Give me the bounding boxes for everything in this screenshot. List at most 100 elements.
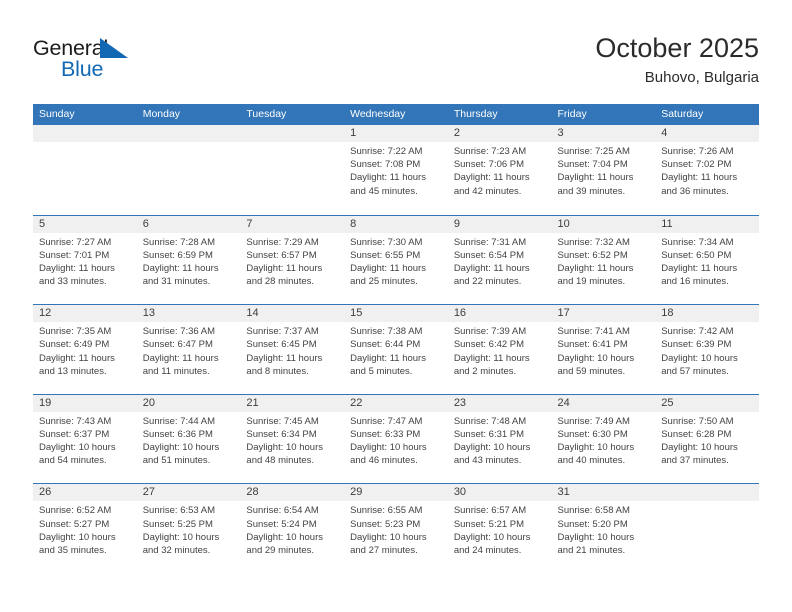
day-cell[interactable]: 25 Sunrise: 7:50 AM Sunset: 6:28 PM Dayligh… — [655, 394, 759, 483]
sunset-text: Sunset: 6:36 PM — [142, 428, 213, 440]
day-detail-lines: Sunrise: 7:28 AM Sunset: 6:59 PM Daylight:… — [143, 236, 241, 289]
sunset-text: Sunset: 6:30 PM — [557, 428, 628, 440]
day-cell[interactable]: 2 Sunrise: 7:23 AM Sunset: 7:06 PM Daylight… — [447, 125, 552, 213]
day-number-band — [447, 215, 552, 233]
day-cell[interactable]: 19 Sunrise: 7:43 AM Sunset: 6:37 PM Dayligh… — [33, 394, 137, 483]
week-row: 26 Sunrise: 6:52 AM Sunset: 5:27 PM Dayligh… — [33, 483, 759, 573]
day-cell[interactable]: 14 Sunrise: 7:37 AM Sunset: 6:45 PM Dayligh… — [240, 305, 345, 394]
day-cell[interactable]: 30 Sunrise: 6:57 AM Sunset: 5:21 PM Dayligh… — [447, 484, 552, 573]
day-cell[interactable]: 1 Sunrise: 7:22 AM Sunset: 7:08 PM Daylight… — [344, 125, 448, 213]
sunset-text: Sunset: 6:39 PM — [661, 339, 732, 351]
daylight-text-line1: Daylight: 10 hours — [557, 442, 635, 454]
daylight-text-line1: Daylight: 10 hours — [39, 531, 116, 543]
day-detail-lines: Sunrise: 7:50 AM Sunset: 6:28 PM Daylight:… — [661, 415, 759, 468]
day-cell[interactable]: 17 Sunrise: 7:41 AM Sunset: 6:41 PM Dayligh… — [551, 305, 656, 394]
day-cell[interactable]: 12 Sunrise: 7:35 AM Sunset: 6:49 PM Dayligh… — [33, 305, 137, 394]
day-cell[interactable]: 9 Sunrise: 7:31 AM Sunset: 6:54 PM Daylight… — [447, 215, 552, 304]
day-cell[interactable]: 28 Sunrise: 6:54 AM Sunset: 5:24 PM Dayligh… — [240, 484, 345, 573]
day-cell-empty — [33, 125, 137, 213]
general-blue-logo[interactable]: General Blue — [33, 36, 233, 86]
day-cell[interactable]: 18 Sunrise: 7:42 AM Sunset: 6:39 PM Dayligh… — [655, 305, 759, 394]
daylight-text-line1: Daylight: 11 hours — [557, 172, 634, 184]
day-cell[interactable]: 10 Sunrise: 7:32 AM Sunset: 6:52 PM Dayligh… — [551, 215, 656, 304]
day-cell[interactable]: 21 Sunrise: 7:45 AM Sunset: 6:34 PM Dayligh… — [240, 394, 345, 483]
day-cell[interactable]: 8 Sunrise: 7:30 AM Sunset: 6:55 PM Daylight… — [344, 215, 448, 304]
daylight-text-line2: and 33 minutes. — [39, 276, 107, 288]
day-cell[interactable]: 29 Sunrise: 6:55 AM Sunset: 5:23 PM Dayligh… — [344, 484, 448, 573]
sunrise-text: Sunrise: 7:38 AM — [350, 326, 423, 338]
daylight-text-line2: and 40 minutes. — [557, 455, 626, 467]
daylight-text-line2: and 42 minutes. — [453, 185, 522, 197]
day-cell[interactable]: 13 Sunrise: 7:36 AM Sunset: 6:47 PM Dayligh… — [136, 305, 241, 394]
day-detail-lines: Sunrise: 7:43 AM Sunset: 6:37 PM Daylight:… — [39, 415, 137, 468]
sunset-text: Sunset: 5:24 PM — [246, 518, 317, 530]
sunrise-text: Sunrise: 7:30 AM — [350, 236, 423, 248]
day-cell[interactable]: 27 Sunrise: 6:53 AM Sunset: 5:25 PM Dayligh… — [136, 484, 241, 573]
day-cell[interactable]: 3 Sunrise: 7:25 AM Sunset: 7:04 PM Daylight… — [551, 125, 656, 213]
day-number-band — [447, 125, 552, 142]
daylight-text-line2: and 22 minutes. — [453, 276, 522, 288]
day-number: 18 — [661, 307, 674, 320]
day-cell[interactable]: 16 Sunrise: 7:39 AM Sunset: 6:42 PM Dayligh… — [447, 305, 552, 394]
day-cell[interactable]: 24 Sunrise: 7:49 AM Sunset: 6:30 PM Dayligh… — [551, 394, 656, 483]
day-cell[interactable]: 5 Sunrise: 7:27 AM Sunset: 7:01 PM Daylight… — [33, 215, 137, 304]
location-subtitle: Buhovo, Bulgaria — [644, 69, 759, 86]
sunset-text: Sunset: 6:54 PM — [453, 249, 525, 261]
day-cell[interactable]: 26 Sunrise: 6:52 AM Sunset: 5:27 PM Dayligh… — [33, 484, 137, 573]
day-cell[interactable]: 20 Sunrise: 7:44 AM Sunset: 6:36 PM Dayligh… — [136, 394, 241, 483]
daylight-text-line1: Daylight: 10 hours — [453, 531, 531, 543]
day-cell[interactable]: 6 Sunrise: 7:28 AM Sunset: 6:59 PM Daylight… — [136, 215, 241, 304]
sunset-text: Sunset: 6:33 PM — [350, 428, 421, 440]
daylight-text-line2: and 36 minutes. — [661, 185, 729, 197]
day-cell[interactable]: 7 Sunrise: 7:29 AM Sunset: 6:57 PM Daylight… — [240, 215, 345, 304]
day-detail-lines: Sunrise: 6:55 AM Sunset: 5:23 PM Daylight:… — [350, 504, 448, 557]
weekday-friday: Friday — [557, 108, 587, 120]
day-number: 20 — [142, 396, 155, 409]
daylight-text-line2: and 31 minutes. — [142, 276, 211, 288]
sunset-text: Sunset: 7:08 PM — [350, 159, 421, 171]
weekday-wednesday: Wednesday — [350, 108, 406, 120]
day-cell[interactable]: 31 Sunrise: 6:58 AM Sunset: 5:20 PM Dayligh… — [551, 484, 656, 573]
sunrise-text: Sunrise: 7:47 AM — [350, 415, 423, 427]
day-number: 12 — [39, 307, 52, 320]
day-number: 14 — [246, 307, 259, 320]
page-header: General Blue October 2025 Buhovo, Bulgar… — [0, 0, 792, 100]
daylight-text-line1: Daylight: 10 hours — [39, 442, 116, 454]
day-detail-lines: Sunrise: 6:57 AM Sunset: 5:21 PM Daylight:… — [454, 504, 552, 557]
page-title: October 2025 — [595, 33, 759, 63]
day-number-band — [240, 125, 345, 142]
sunrise-text: Sunrise: 7:41 AM — [557, 326, 630, 338]
daylight-text-line2: and 28 minutes. — [246, 276, 315, 288]
daylight-text-line1: Daylight: 11 hours — [453, 263, 530, 274]
daylight-text-line2: and 5 minutes. — [350, 365, 413, 377]
day-cell[interactable]: 15 Sunrise: 7:38 AM Sunset: 6:44 PM Dayligh… — [344, 305, 448, 394]
daylight-text-line1: Daylight: 10 hours — [661, 352, 738, 364]
daylight-text-line1: Daylight: 11 hours — [453, 352, 530, 364]
sunset-text: Sunset: 5:25 PM — [142, 518, 213, 530]
daylight-text-line2: and 57 minutes. — [661, 365, 729, 377]
day-number: 4 — [661, 127, 668, 139]
sunset-text: Sunset: 6:49 PM — [39, 339, 110, 351]
day-cell[interactable]: 22 Sunrise: 7:47 AM Sunset: 6:33 PM Dayligh… — [344, 394, 448, 483]
daylight-text-line2: and 37 minutes. — [661, 455, 729, 467]
daylight-text-line2: and 24 minutes. — [453, 544, 522, 556]
sunrise-text: Sunrise: 7:34 AM — [661, 236, 734, 248]
sunrise-text: Sunrise: 7:45 AM — [246, 415, 319, 427]
day-detail-lines: Sunrise: 7:34 AM Sunset: 6:50 PM Daylight:… — [661, 236, 759, 289]
weekday-monday: Monday — [142, 108, 181, 120]
day-number-band — [33, 125, 137, 142]
sunset-text: Sunset: 7:02 PM — [661, 159, 732, 171]
daylight-text-line1: Daylight: 10 hours — [350, 442, 427, 454]
day-number-band — [344, 215, 448, 233]
day-detail-lines: Sunrise: 7:36 AM Sunset: 6:47 PM Daylight:… — [143, 325, 241, 378]
day-cell[interactable]: 4 Sunrise: 7:26 AM Sunset: 7:02 PM Daylight… — [655, 125, 759, 213]
day-number: 15 — [350, 307, 363, 320]
calendar-grid: Sunday Monday Tuesday Wednesday Thursday… — [33, 104, 759, 573]
day-cell[interactable]: 23 Sunrise: 7:48 AM Sunset: 6:31 PM Dayligh… — [447, 394, 552, 483]
sunrise-text: Sunrise: 7:31 AM — [453, 236, 527, 248]
day-detail-lines: Sunrise: 7:22 AM Sunset: 7:08 PM Daylight:… — [350, 145, 448, 198]
sunrise-text: Sunrise: 7:27 AM — [39, 236, 112, 248]
day-number: 30 — [453, 486, 467, 499]
daylight-text-line1: Daylight: 11 hours — [661, 172, 738, 184]
day-cell[interactable]: 11 Sunrise: 7:34 AM Sunset: 6:50 PM Dayligh… — [655, 215, 759, 304]
